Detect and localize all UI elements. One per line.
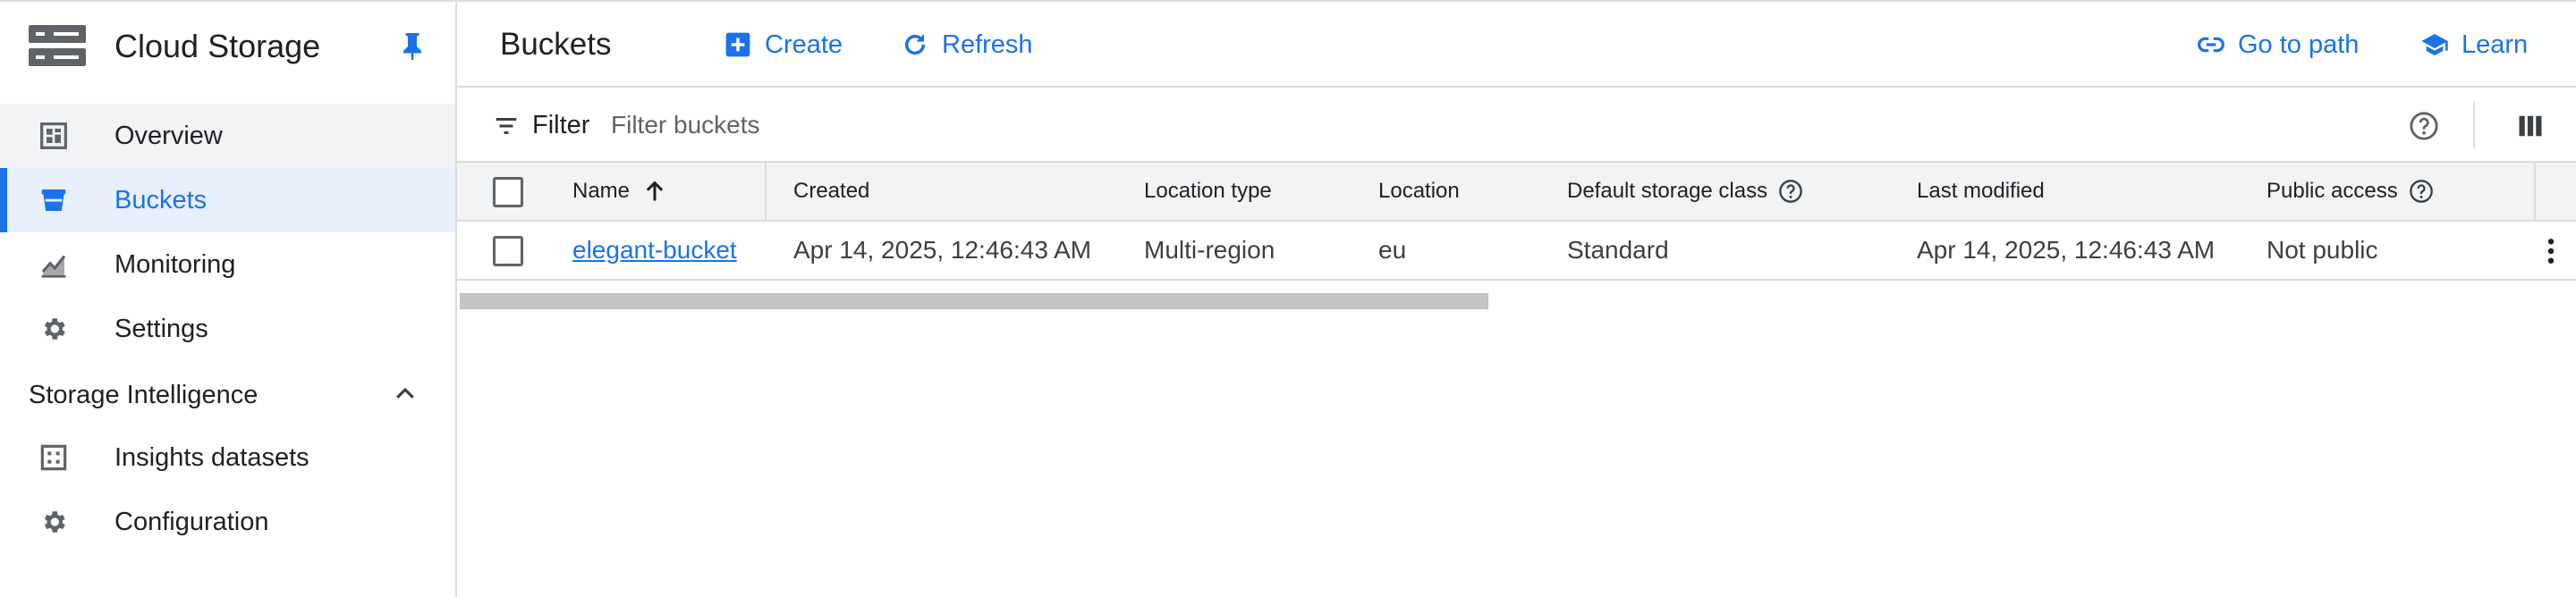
sidebar-item-buckets[interactable]: Buckets (0, 168, 455, 232)
filter-bar: Filter (457, 88, 2576, 163)
column-header-created[interactable]: Created (793, 163, 869, 220)
select-all-checkbox[interactable] (493, 177, 523, 207)
column-display-icon[interactable] (2517, 113, 2544, 139)
cell-location: eu (1378, 236, 1407, 264)
section-storage-intelligence[interactable]: Storage Intelligence (0, 361, 455, 425)
sidebar-item-insights-datasets[interactable]: Insights datasets (0, 425, 455, 490)
learn-button[interactable]: Learn (2420, 23, 2528, 66)
sidebar-item-label: Overview (114, 122, 223, 150)
help-icon[interactable] (2409, 179, 2434, 204)
gear-icon (44, 511, 65, 533)
column-header-label: Last modified (1917, 179, 2045, 203)
refresh-button[interactable]: Refresh (901, 23, 1033, 66)
monitoring-icon (41, 255, 66, 278)
pin-icon[interactable] (399, 30, 426, 63)
sidebar-header: Cloud Storage (0, 2, 455, 86)
dataset-icon (40, 444, 67, 471)
help-icon[interactable] (1778, 179, 1803, 204)
go-to-path-label: Go to path (2238, 29, 2360, 59)
sidebar-item-label: Buckets (114, 186, 208, 214)
dashboard-icon (40, 122, 67, 149)
school-icon (2421, 34, 2448, 55)
bucket-name-link[interactable]: elegant-bucket (572, 236, 737, 265)
sidebar-item-label: Monitoring (114, 250, 236, 279)
create-button[interactable]: Create (724, 23, 843, 66)
cell-name: elegant-bucket (572, 222, 737, 279)
cell-last-modified: Apr 14, 2025, 12:46:43 AM (1917, 236, 2216, 264)
sidebar-item-monitoring[interactable]: Monitoring (0, 232, 455, 297)
sidebar-item-label: Insights datasets (114, 443, 309, 472)
sidebar-item-label: Configuration (114, 508, 269, 536)
cell-public-access: Not public (2267, 236, 2378, 264)
learn-label: Learn (2462, 29, 2529, 59)
filter-list-icon[interactable] (493, 113, 520, 139)
column-header-last-modified[interactable]: Last modified (1917, 163, 2045, 220)
column-header-name[interactable]: Name (572, 163, 667, 220)
filter-input[interactable] (611, 104, 1863, 147)
bucket-icon (41, 189, 66, 211)
section-label: Storage Intelligence (29, 381, 258, 409)
main-content: Buckets Create Refresh Go to path Learn … (457, 2, 2576, 597)
column-header-label: Created (793, 179, 870, 203)
column-header-location[interactable]: Location (1378, 163, 1460, 220)
sidebar-item-configuration[interactable]: Configuration (0, 490, 455, 554)
horizontal-scrollbar-thumb[interactable] (460, 293, 1488, 309)
sidebar: Cloud Storage Overview Buckets Monitorin… (0, 2, 457, 597)
sidebar-item-overview[interactable]: Overview (0, 104, 455, 168)
create-label: Create (765, 29, 843, 59)
refresh-label: Refresh (942, 29, 1033, 59)
page-toolbar: Buckets Create Refresh Go to path Learn (457, 2, 2576, 88)
sidebar-item-label: Settings (114, 315, 208, 343)
chevron-up-icon (396, 387, 414, 399)
cell-storage-class: Standard (1567, 236, 1669, 264)
go-to-path-button[interactable]: Go to path (2197, 23, 2359, 66)
arrow-up-icon (646, 181, 664, 201)
column-header-label: Location (1378, 179, 1460, 203)
filter-label: Filter (532, 111, 590, 139)
table-header: Name Created Location type Location Defa… (457, 163, 2576, 222)
toolbar-divider (2473, 102, 2475, 148)
column-header-label: Public access (2267, 179, 2398, 203)
link-icon (2198, 37, 2224, 53)
product-title: Cloud Storage (114, 28, 321, 64)
cell-location-type: Multi-region (1144, 236, 1275, 264)
help-icon[interactable] (2409, 111, 2439, 141)
page-title: Buckets (500, 27, 612, 62)
column-header-label: Name (572, 179, 631, 203)
column-header-storage-class[interactable]: Default storage class (1567, 163, 1803, 220)
add-box-icon (725, 32, 750, 57)
column-header-label: Location type (1144, 179, 1272, 203)
column-header-location-type[interactable]: Location type (1144, 163, 1272, 220)
cell-created: Apr 14, 2025, 12:46:43 AM (793, 236, 1092, 264)
column-header-public-access[interactable]: Public access (2267, 163, 2434, 220)
row-checkbox[interactable] (493, 236, 523, 266)
storage-product-icon (29, 25, 86, 66)
refresh-icon (904, 34, 926, 55)
sidebar-item-settings[interactable]: Settings (0, 297, 455, 361)
table-row[interactable]: elegant-bucket Apr 14, 2025, 12:46:43 AM… (457, 222, 2576, 281)
gear-icon (44, 318, 65, 340)
more-vert-icon[interactable] (2546, 238, 2555, 265)
column-header-label: Default storage class (1567, 179, 1768, 203)
